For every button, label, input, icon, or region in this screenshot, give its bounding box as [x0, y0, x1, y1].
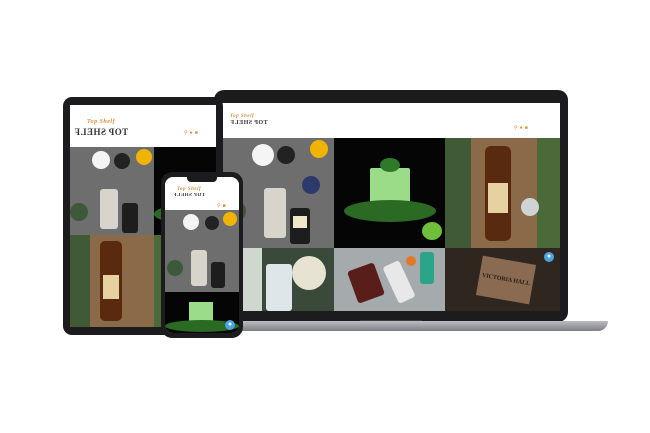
tile-whiskey-bottle[interactable] — [445, 138, 560, 248]
site-header: Top Shelf TOP SHELF ⚲ ● ■ — [222, 103, 560, 139]
chat-icon[interactable]: ● — [544, 252, 554, 262]
logo-text: TOP SHELF — [230, 120, 268, 126]
laptop-base — [206, 321, 608, 331]
search-icon[interactable]: ⚲ — [514, 125, 518, 131]
tablet-user-icon[interactable]: ● — [190, 130, 193, 136]
tablet-logo-text: TOP SHELF — [74, 127, 129, 137]
tablet-search-icon[interactable]: ⚲ — [184, 130, 188, 136]
phone-logo-text: TOP SHELF — [173, 193, 206, 198]
site-logo[interactable]: Top Shelf TOP SHELF — [230, 113, 268, 127]
sign-text: VICTORIA HALL — [481, 272, 531, 288]
cart-icon[interactable]: ■ — [525, 125, 528, 131]
tablet-logo[interactable]: Top Shelf TOP SHELF — [74, 117, 128, 137]
logo-badge: Top Shelf — [230, 114, 255, 119]
tablet-cart-icon[interactable]: ■ — [195, 130, 198, 136]
phone-cart-icon[interactable]: ■ — [223, 203, 226, 209]
tile-victoria-hall[interactable]: VICTORIA HALL ● — [445, 248, 560, 311]
phone-device: Top Shelf TOP SHELF ⚲ ■ ● — [161, 172, 243, 338]
phone-chat-icon[interactable]: ● — [225, 320, 235, 330]
phone-logo[interactable]: Top Shelf TOP SHELF — [173, 187, 205, 199]
user-icon[interactable]: ● — [520, 125, 523, 131]
laptop-screen: Top Shelf TOP SHELF ⚲ ● ■ VICTORIA HALL … — [222, 103, 560, 311]
phone-screen: Top Shelf TOP SHELF ⚲ ■ ● — [165, 177, 239, 333]
header-icons: ⚲ ● ■ — [512, 116, 528, 134]
tablet-header: Top Shelf TOP SHELF ⚲ ● ■ — [70, 105, 216, 145]
phone-tile-cocktail[interactable]: ● — [165, 292, 239, 333]
tile-bottles-garnish[interactable] — [334, 248, 445, 311]
laptop-device: Top Shelf TOP SHELF ⚲ ● ■ VICTORIA HALL … — [214, 90, 568, 324]
tablet-logo-badge: Top Shelf — [86, 119, 116, 125]
phone-tile-ingredients[interactable] — [165, 210, 239, 292]
phone-header: Top Shelf TOP SHELF ⚲ ■ — [165, 182, 239, 209]
tile-green-cocktail[interactable] — [334, 138, 445, 248]
tablet-tile-ingredients[interactable] — [70, 147, 154, 235]
phone-search-icon[interactable]: ⚲ — [217, 203, 221, 209]
tablet-tile-whiskey[interactable] — [70, 235, 154, 327]
tablet-header-icons: ⚲ ● ■ — [182, 121, 198, 139]
victoria-hall-sign: VICTORIA HALL — [475, 255, 537, 305]
